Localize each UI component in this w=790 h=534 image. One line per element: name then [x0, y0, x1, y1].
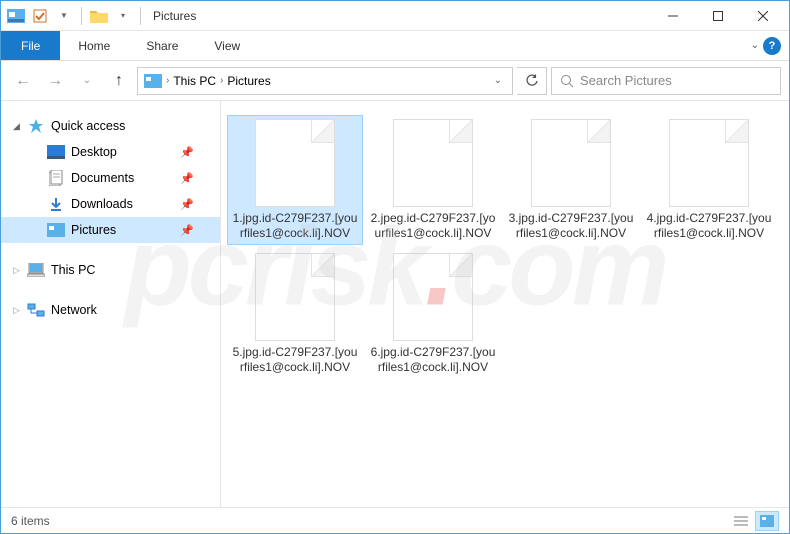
- file-name-label: 1.jpg.id-C279F237.[yourfiles1@cock.li].N…: [231, 211, 359, 241]
- file-name-label: 3.jpg.id-C279F237.[yourfiles1@cock.li].N…: [507, 211, 635, 241]
- file-item[interactable]: 1.jpg.id-C279F237.[yourfiles1@cock.li].N…: [227, 115, 363, 245]
- network-icon: [27, 301, 45, 319]
- ribbon: File Home Share View ⌄ ?: [1, 31, 789, 61]
- tab-view[interactable]: View: [196, 31, 258, 60]
- collapse-icon[interactable]: ◢: [13, 121, 20, 132]
- file-list[interactable]: 1.jpg.id-C279F237.[yourfiles1@cock.li].N…: [221, 101, 789, 507]
- recent-locations-button[interactable]: ⌄: [73, 67, 101, 95]
- tree-label: Desktop: [71, 145, 117, 159]
- tree-label: Network: [51, 303, 97, 317]
- navigation-pane: ◢ Quick access Desktop 📌 Documents 📌 Dow…: [1, 101, 221, 507]
- main-area: ◢ Quick access Desktop 📌 Documents 📌 Dow…: [1, 101, 789, 507]
- close-button[interactable]: [740, 1, 785, 31]
- divider: [140, 7, 141, 25]
- file-item[interactable]: 5.jpg.id-C279F237.[yourfiles1@cock.li].N…: [227, 249, 363, 379]
- tab-home[interactable]: Home: [60, 31, 128, 60]
- downloads-icon: [47, 195, 65, 213]
- file-tab[interactable]: File: [1, 31, 60, 60]
- breadcrumb-sep[interactable]: ›: [218, 75, 225, 86]
- breadcrumb-this-pc[interactable]: This PC: [173, 74, 216, 88]
- tree-label: Quick access: [51, 119, 125, 133]
- search-input[interactable]: Search Pictures: [551, 67, 781, 95]
- file-thumbnail: [255, 119, 335, 207]
- pictures-location-icon: [144, 72, 162, 90]
- file-thumbnail: [393, 119, 473, 207]
- file-thumbnail: [393, 253, 473, 341]
- divider: [81, 7, 82, 25]
- file-name-label: 6.jpg.id-C279F237.[yourfiles1@cock.li].N…: [369, 345, 497, 375]
- file-item[interactable]: 2.jpeg.id-C279F237.[yourfiles1@cock.li].…: [365, 115, 501, 245]
- tree-label: This PC: [51, 263, 95, 277]
- tree-label: Pictures: [71, 223, 116, 237]
- maximize-button[interactable]: [695, 1, 740, 31]
- documents-icon: [47, 169, 65, 187]
- details-view-button[interactable]: [729, 511, 753, 531]
- tab-share[interactable]: Share: [128, 31, 196, 60]
- pin-icon: 📌: [180, 146, 194, 159]
- sidebar-item-downloads[interactable]: Downloads 📌: [1, 191, 220, 217]
- thumbnails-view-button[interactable]: [755, 511, 779, 531]
- quick-access-toolbar: ▼ ▾ Pictures: [5, 5, 196, 27]
- star-icon: [27, 117, 45, 135]
- file-thumbnail: [669, 119, 749, 207]
- window-controls: [650, 1, 785, 31]
- tree-this-pc[interactable]: ▷ This PC: [1, 257, 220, 283]
- file-thumbnail: [255, 253, 335, 341]
- refresh-button[interactable]: [517, 67, 547, 95]
- breadcrumb-sep[interactable]: ›: [164, 75, 171, 86]
- pin-icon: 📌: [180, 224, 194, 237]
- desktop-icon: [47, 143, 65, 161]
- search-icon: [560, 74, 574, 88]
- tree-label: Downloads: [71, 197, 133, 211]
- status-bar: 6 items: [1, 507, 789, 533]
- status-text: 6 items: [11, 514, 50, 528]
- file-item[interactable]: 6.jpg.id-C279F237.[yourfiles1@cock.li].N…: [365, 249, 501, 379]
- expand-icon[interactable]: ▷: [13, 305, 20, 316]
- up-button[interactable]: ↑: [105, 67, 133, 95]
- address-dropdown-icon[interactable]: ⌄: [490, 75, 506, 86]
- file-name-label: 2.jpeg.id-C279F237.[yourfiles1@cock.li].…: [369, 211, 497, 241]
- search-placeholder: Search Pictures: [580, 73, 672, 88]
- ribbon-toggle-icon[interactable]: ▾: [112, 5, 134, 27]
- file-thumbnail: [531, 119, 611, 207]
- file-item[interactable]: 3.jpg.id-C279F237.[yourfiles1@cock.li].N…: [503, 115, 639, 245]
- app-icon: [5, 5, 27, 27]
- tree-label: Documents: [71, 171, 134, 185]
- tree-quick-access[interactable]: ◢ Quick access: [1, 113, 220, 139]
- minimize-button[interactable]: [650, 1, 695, 31]
- forward-button[interactable]: →: [41, 67, 69, 95]
- sidebar-item-documents[interactable]: Documents 📌: [1, 165, 220, 191]
- pin-icon: 📌: [180, 172, 194, 185]
- file-name-label: 4.jpg.id-C279F237.[yourfiles1@cock.li].N…: [645, 211, 773, 241]
- tree-network[interactable]: ▷ Network: [1, 297, 220, 323]
- titlebar: ▼ ▾ Pictures: [1, 1, 789, 31]
- folder-icon: [88, 5, 110, 27]
- address-bar[interactable]: › This PC › Pictures ⌄: [137, 67, 513, 95]
- qat-dropdown-icon[interactable]: ▼: [53, 5, 75, 27]
- pin-icon: 📌: [180, 198, 194, 211]
- sidebar-item-pictures[interactable]: Pictures 📌: [1, 217, 220, 243]
- help-button[interactable]: ?: [763, 37, 781, 55]
- ribbon-expand-icon[interactable]: ⌄: [751, 40, 759, 51]
- navigation-bar: ← → ⌄ ↑ › This PC › Pictures ⌄ Search Pi…: [1, 61, 789, 101]
- file-item[interactable]: 4.jpg.id-C279F237.[yourfiles1@cock.li].N…: [641, 115, 777, 245]
- pictures-icon: [47, 221, 65, 239]
- sidebar-item-desktop[interactable]: Desktop 📌: [1, 139, 220, 165]
- breadcrumb-pictures[interactable]: Pictures: [227, 74, 270, 88]
- back-button[interactable]: ←: [9, 67, 37, 95]
- properties-qat-icon[interactable]: [29, 5, 51, 27]
- expand-icon[interactable]: ▷: [13, 265, 20, 276]
- file-name-label: 5.jpg.id-C279F237.[yourfiles1@cock.li].N…: [231, 345, 359, 375]
- this-pc-icon: [27, 261, 45, 279]
- window-title: Pictures: [153, 9, 196, 23]
